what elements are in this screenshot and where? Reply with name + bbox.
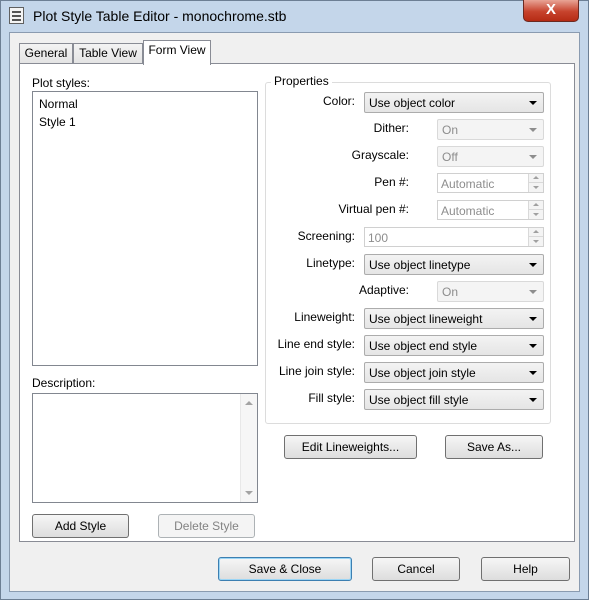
chevron-down-icon	[529, 371, 537, 375]
chevron-down-icon	[529, 317, 537, 321]
linetype-label: Linetype:	[306, 256, 355, 270]
adaptive-dropdown[interactable]: On	[437, 281, 544, 302]
plot-style-app-icon	[9, 7, 24, 24]
grayscale-label: Grayscale:	[351, 148, 409, 162]
spin-down-icon[interactable]	[528, 237, 543, 246]
pen-value: Automatic	[441, 177, 495, 191]
linetype-dropdown[interactable]: Use object linetype	[364, 254, 544, 275]
spin-up-icon[interactable]	[528, 201, 543, 210]
spin-up-icon[interactable]	[528, 228, 543, 237]
spin-down-icon[interactable]	[528, 183, 543, 192]
chevron-down-icon	[529, 263, 537, 267]
screening-label: Screening:	[297, 229, 355, 243]
linetype-value: Use object linetype	[369, 258, 471, 272]
line-end-style-dropdown[interactable]: Use object end style	[364, 335, 544, 356]
fill-style-value: Use object fill style	[369, 393, 469, 407]
tab-general[interactable]: General	[19, 43, 73, 64]
tab-form-view[interactable]: Form View	[143, 40, 211, 65]
lineweight-dropdown[interactable]: Use object lineweight	[364, 308, 544, 329]
virtual-pen-value: Automatic	[441, 204, 495, 218]
screening-spinner[interactable]: 100	[364, 227, 544, 247]
scroll-down-icon[interactable]	[245, 491, 253, 495]
virtual-pen-spinner[interactable]: Automatic	[437, 200, 544, 220]
grayscale-value: Off	[442, 150, 458, 164]
lineweight-value: Use object lineweight	[369, 312, 483, 326]
save-as-button[interactable]: Save As...	[445, 435, 543, 459]
grayscale-dropdown[interactable]: Off	[437, 146, 544, 167]
description-textarea[interactable]	[32, 393, 258, 503]
lineweight-label: Lineweight:	[294, 310, 355, 324]
chevron-down-icon	[529, 101, 537, 105]
description-label: Description:	[32, 376, 96, 390]
line-join-style-dropdown[interactable]: Use object join style	[364, 362, 544, 383]
plot-styles-list[interactable]: Normal Style 1	[32, 91, 258, 366]
window-title: Plot Style Table Editor - monochrome.stb	[33, 8, 287, 24]
line-join-style-value: Use object join style	[369, 366, 476, 380]
fill-style-dropdown[interactable]: Use object fill style	[364, 389, 544, 410]
virtual-pen-label: Virtual pen #:	[338, 202, 410, 216]
tab-table-view[interactable]: Table View	[73, 43, 143, 64]
title-bar[interactable]: Plot Style Table Editor - monochrome.stb…	[0, 0, 589, 32]
color-value: Use object color	[369, 96, 456, 110]
delete-style-button[interactable]: Delete Style	[158, 514, 255, 538]
save-close-button[interactable]: Save & Close	[218, 557, 352, 581]
chevron-down-icon	[529, 290, 537, 294]
scroll-up-icon[interactable]	[245, 401, 253, 405]
properties-title: Properties	[271, 74, 332, 88]
fill-style-label: Fill style:	[308, 391, 355, 405]
chevron-down-icon	[529, 155, 537, 159]
dither-label: Dither:	[373, 121, 409, 135]
plot-styles-label: Plot styles:	[32, 76, 91, 90]
chevron-down-icon	[529, 398, 537, 402]
spin-down-icon[interactable]	[528, 210, 543, 219]
adaptive-value: On	[442, 285, 459, 299]
line-end-style-value: Use object end style	[369, 339, 478, 353]
line-end-style-label: Line end style:	[277, 337, 355, 351]
chevron-down-icon	[529, 128, 537, 132]
chevron-down-icon	[529, 344, 537, 348]
edit-lineweights-button[interactable]: Edit Lineweights...	[284, 435, 417, 459]
description-scrollbar[interactable]	[240, 394, 257, 502]
dither-value: On	[442, 123, 459, 137]
close-button[interactable]: X	[523, 0, 579, 22]
add-style-button[interactable]: Add Style	[32, 514, 129, 538]
help-button[interactable]: Help	[481, 557, 570, 581]
pen-number-spinner[interactable]: Automatic	[437, 173, 544, 193]
list-item[interactable]: Normal	[39, 97, 78, 111]
pen-label: Pen #:	[374, 175, 409, 189]
line-join-style-label: Line join style:	[278, 364, 355, 378]
adaptive-label: Adaptive:	[358, 283, 409, 297]
color-label: Color:	[322, 94, 355, 108]
dither-dropdown[interactable]: On	[437, 119, 544, 140]
color-dropdown[interactable]: Use object color	[364, 92, 544, 113]
list-item[interactable]: Style 1	[39, 115, 76, 129]
cancel-button[interactable]: Cancel	[372, 557, 460, 581]
screening-value: 100	[368, 231, 389, 245]
spin-up-icon[interactable]	[528, 174, 543, 183]
